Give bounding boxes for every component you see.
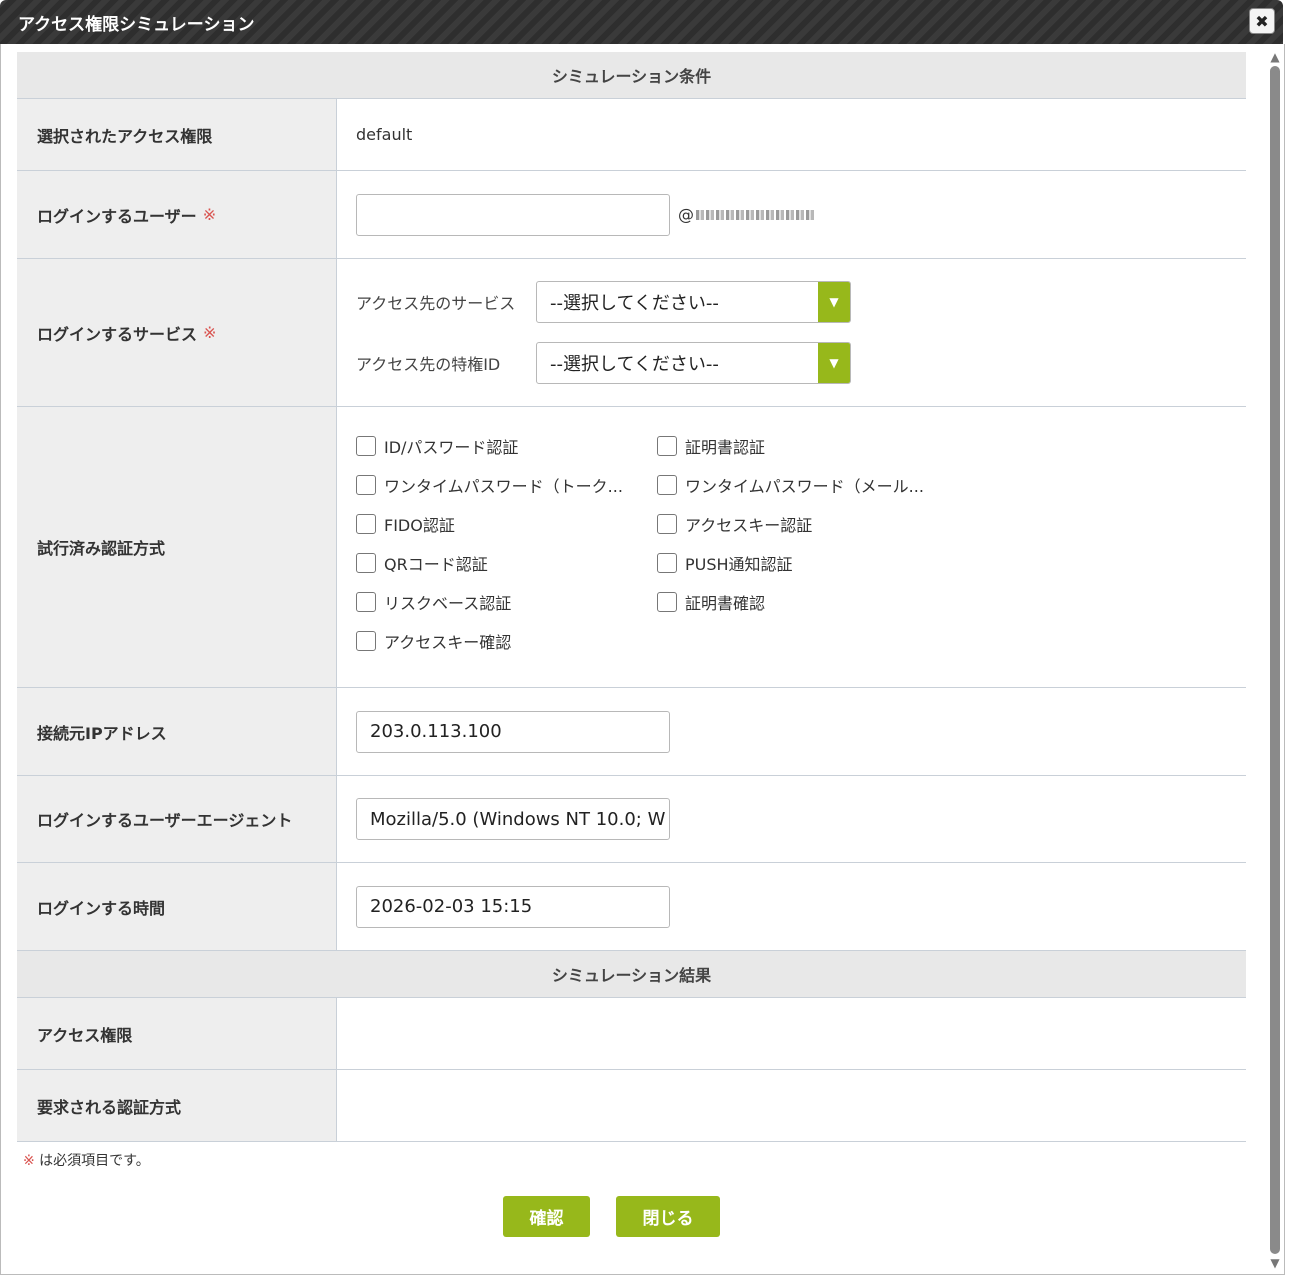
user-agent-value-cell: Mozilla/5.0 (Windows NT 10.0; W xyxy=(337,776,1246,862)
result-required-auth-label: 要求される認証方式 xyxy=(17,1070,337,1141)
login-user-label-cell: ログインするユーザー ※ xyxy=(17,171,337,258)
login-time-label: ログインする時間 xyxy=(17,863,337,950)
row-source-ip: 接続元IPアドレス 203.0.113.100 xyxy=(17,688,1246,776)
dialog-body: シミュレーション条件 選択されたアクセス権限 default ログインするユーザ… xyxy=(0,44,1285,1275)
checkbox[interactable] xyxy=(657,475,677,495)
footnote-text: は必須項目です。 xyxy=(34,1153,150,1169)
footnote-mark: ※ xyxy=(23,1153,35,1169)
required-footnote: ※ は必須項目です。 xyxy=(23,1150,1246,1170)
service-select[interactable]: --選択してください-- ▼ xyxy=(536,281,851,323)
checkbox[interactable] xyxy=(657,592,677,612)
auth-checkbox-fido[interactable]: FIDO認証 xyxy=(356,513,657,535)
source-ip-input[interactable]: 203.0.113.100 xyxy=(356,710,670,753)
conditions-header: シミュレーション条件 xyxy=(17,52,1246,99)
required-mark: ※ xyxy=(202,205,217,224)
login-service-label: ログインするサービス xyxy=(37,324,198,344)
privilege-id-label: アクセス先の特権ID xyxy=(356,355,501,374)
confirm-button[interactable]: 確認 xyxy=(503,1196,590,1237)
service-label: アクセス先のサービス xyxy=(356,294,516,313)
dialog-title: アクセス権限シミュレーション xyxy=(18,14,255,35)
privilege-line: アクセス先の特権ID --選択してください-- ▼ xyxy=(356,342,851,384)
auth-checkbox-access-key-check[interactable]: アクセスキー確認 xyxy=(356,630,657,652)
close-button[interactable]: 閉じる xyxy=(616,1196,720,1237)
row-login-time: ログインする時間 2026-02-03 15:15 xyxy=(17,863,1246,951)
row-result-permission: アクセス権限 xyxy=(17,998,1246,1070)
checkbox[interactable] xyxy=(657,436,677,456)
auth-methods-value-cell: ID/パスワード認証 証明書認証 ワンタイムパスワード（トーク... ワンタイム… xyxy=(337,407,1246,687)
login-user-input[interactable] xyxy=(356,193,670,236)
auth-methods-label: 試行済み認証方式 xyxy=(17,407,337,687)
login-user-label: ログインするユーザー xyxy=(37,206,197,226)
checkbox[interactable] xyxy=(356,475,376,495)
row-login-user: ログインするユーザー ※ @ xyxy=(17,171,1246,259)
redacted-domain xyxy=(696,209,816,220)
auth-checkbox-risk-based[interactable]: リスクベース認証 xyxy=(356,591,657,613)
dialog-titlebar: アクセス権限シミュレーション ✖ xyxy=(0,0,1283,44)
source-ip-label: 接続元IPアドレス xyxy=(17,688,337,775)
domain-at: @ xyxy=(678,205,694,224)
vertical-scrollbar[interactable]: ▲ ▼ xyxy=(1269,50,1281,1270)
required-mark: ※ xyxy=(203,323,217,342)
row-result-required-auth: 要求される認証方式 xyxy=(17,1070,1246,1142)
selected-permission-value: default xyxy=(356,125,413,144)
checkbox[interactable] xyxy=(356,514,376,534)
simulation-form: シミュレーション条件 選択されたアクセス権限 default ログインするユーザ… xyxy=(17,52,1246,1237)
service-selectors: アクセス先のサービス --選択してください-- ▼ アクセス先の特権ID --選… xyxy=(356,281,851,384)
row-selected-permission: 選択されたアクセス権限 default xyxy=(17,99,1246,171)
row-login-service: ログインするサービス ※ アクセス先のサービス --選択してください-- ▼ ア… xyxy=(17,259,1246,407)
auth-checkbox-otp-mail[interactable]: ワンタイムパスワード（メール... xyxy=(657,474,958,496)
scroll-down-icon[interactable]: ▼ xyxy=(1269,1256,1281,1270)
service-select-value: --選択してください-- xyxy=(550,293,719,314)
scroll-up-icon[interactable]: ▲ xyxy=(1269,50,1281,64)
auth-checkbox-certificate-check[interactable]: 証明書確認 xyxy=(657,591,958,613)
service-line: アクセス先のサービス --選択してください-- ▼ xyxy=(356,281,851,323)
auth-checkbox-push[interactable]: PUSH通知認証 xyxy=(657,552,958,574)
auth-checkbox-id-password[interactable]: ID/パスワード認証 xyxy=(356,435,657,457)
selected-permission-label: 選択されたアクセス権限 xyxy=(17,99,337,170)
checkbox[interactable] xyxy=(657,553,677,573)
login-domain: @ xyxy=(678,205,816,224)
auth-methods-checkboxes: ID/パスワード認証 証明書認証 ワンタイムパスワード（トーク... ワンタイム… xyxy=(356,407,958,682)
checkbox[interactable] xyxy=(356,553,376,573)
login-user-value-cell: @ xyxy=(337,171,1246,258)
login-service-value-cell: アクセス先のサービス --選択してください-- ▼ アクセス先の特権ID --選… xyxy=(337,259,1246,406)
checkbox[interactable] xyxy=(356,436,376,456)
row-user-agent: ログインするユーザーエージェント Mozilla/5.0 (Windows NT… xyxy=(17,776,1246,863)
chevron-down-icon[interactable]: ▼ xyxy=(818,343,850,383)
checkbox[interactable] xyxy=(657,514,677,534)
scroll-track[interactable] xyxy=(1269,64,1281,1256)
close-icon[interactable]: ✖ xyxy=(1249,8,1275,34)
privilege-id-select-value: --選択してください-- xyxy=(550,354,719,375)
chevron-down-icon[interactable]: ▼ xyxy=(818,282,850,322)
auth-checkbox-access-key[interactable]: アクセスキー認証 xyxy=(657,513,958,535)
login-service-label-cell: ログインするサービス ※ xyxy=(17,259,337,406)
auth-checkbox-qr-code[interactable]: QRコード認証 xyxy=(356,552,657,574)
scroll-thumb[interactable] xyxy=(1270,66,1280,1254)
checkbox[interactable] xyxy=(356,631,376,651)
result-permission-value xyxy=(337,998,1246,1069)
login-time-value-cell: 2026-02-03 15:15 xyxy=(337,863,1246,950)
login-time-input[interactable]: 2026-02-03 15:15 xyxy=(356,885,670,928)
result-required-auth-value xyxy=(337,1070,1246,1141)
user-agent-input[interactable]: Mozilla/5.0 (Windows NT 10.0; W xyxy=(356,798,670,840)
source-ip-value-cell: 203.0.113.100 xyxy=(337,688,1246,775)
auth-checkbox-certificate[interactable]: 証明書認証 xyxy=(657,435,958,457)
row-auth-methods: 試行済み認証方式 ID/パスワード認証 証明書認証 ワンタイムパスワード（トーク… xyxy=(17,407,1246,688)
action-buttons: 確認 閉じる xyxy=(17,1196,1246,1237)
auth-checkbox-otp-token[interactable]: ワンタイムパスワード（トーク... xyxy=(356,474,657,496)
privilege-id-select[interactable]: --選択してください-- ▼ xyxy=(536,342,851,384)
checkbox[interactable] xyxy=(356,592,376,612)
user-agent-label: ログインするユーザーエージェント xyxy=(17,776,337,862)
result-permission-label: アクセス権限 xyxy=(17,998,337,1069)
results-header: シミュレーション結果 xyxy=(17,951,1246,998)
